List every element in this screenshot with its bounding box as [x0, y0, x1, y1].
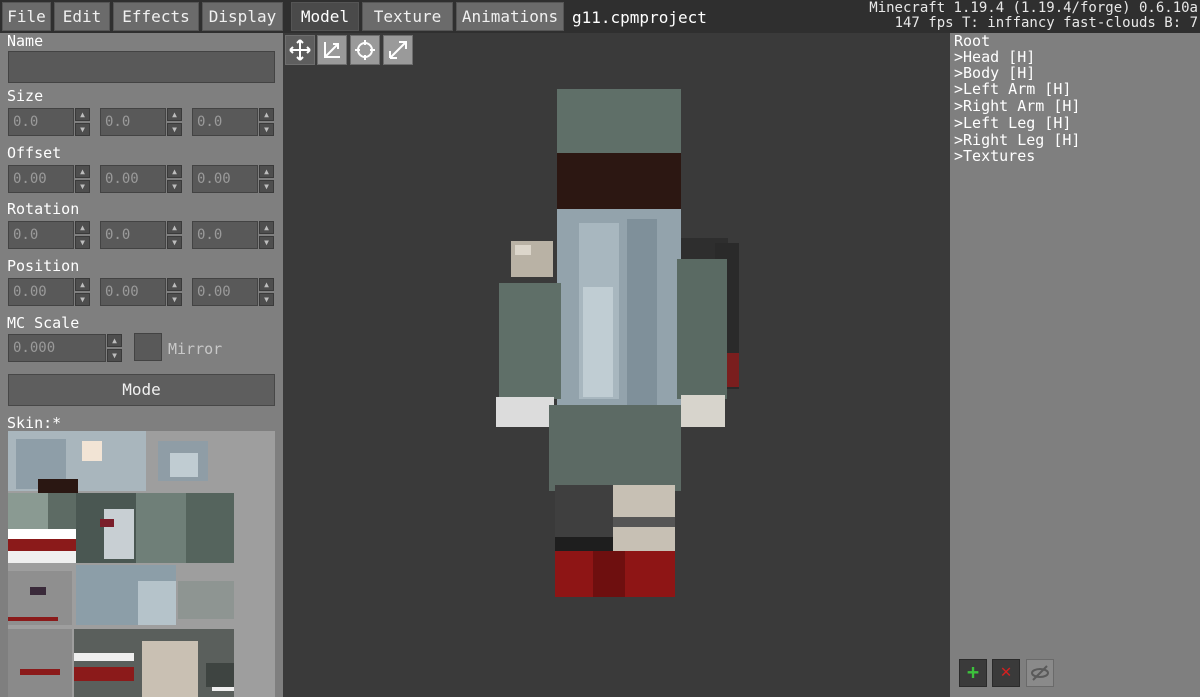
mirror-label: Mirror — [168, 340, 223, 358]
size-label: Size — [7, 87, 44, 105]
chevron-up-icon[interactable]: ▲ — [75, 221, 90, 234]
top-bar: File Edit Effects Display Model Texture … — [0, 0, 1200, 33]
chevron-down-icon[interactable]: ▼ — [75, 293, 90, 306]
tree-item-left-arm[interactable]: >Left Arm [H] — [954, 81, 1071, 97]
chevron-down-icon[interactable]: ▼ — [167, 236, 182, 249]
add-element-button[interactable]: + — [959, 659, 987, 687]
move-arrows-icon — [289, 39, 311, 61]
offset-label: Offset — [7, 144, 62, 162]
tree-item-label: Textures — [963, 147, 1036, 165]
model-tree-panel: Root >Head [H] >Body [H] >Left Arm [H] >… — [950, 33, 1200, 697]
menu-effects[interactable]: Effects — [113, 2, 199, 31]
tab-model[interactable]: Model — [291, 2, 359, 31]
chevron-up-icon[interactable]: ▲ — [167, 278, 182, 291]
rotate-icon — [355, 40, 375, 60]
move-tool-button[interactable] — [285, 35, 315, 65]
chevron-up-icon[interactable]: ▲ — [75, 108, 90, 121]
tree-item-label: Right Arm [H] — [963, 97, 1081, 115]
chevron-right-icon[interactable]: > — [954, 114, 963, 132]
scale-tool-button[interactable] — [317, 35, 347, 65]
tree-item-head[interactable]: >Head [H] — [954, 49, 1035, 65]
menu-edit[interactable]: Edit — [54, 2, 110, 31]
skin-texture-preview[interactable] — [8, 431, 275, 697]
chevron-down-icon[interactable]: ▼ — [259, 236, 274, 249]
position-label: Position — [7, 257, 80, 275]
chevron-down-icon[interactable]: ▼ — [167, 180, 182, 193]
chevron-right-icon[interactable]: > — [954, 147, 963, 165]
chevron-up-icon[interactable]: ▲ — [259, 165, 274, 178]
menu-display[interactable]: Display — [202, 2, 283, 31]
chevron-down-icon[interactable]: ▼ — [75, 236, 90, 249]
rotation-label: Rotation — [7, 200, 80, 218]
tab-texture[interactable]: Texture — [362, 2, 453, 31]
status-version: Minecraft 1.19.4 (1.19.4/forge) 0.6.10a — [869, 0, 1198, 16]
offset-y-input[interactable]: 0.00 — [100, 165, 166, 193]
tree-item-label: Left Leg [H] — [963, 114, 1072, 132]
position-x-input[interactable]: 0.00 — [8, 278, 74, 306]
status-info: Minecraft 1.19.4 (1.19.4/forge) 0.6.10a … — [869, 1, 1198, 31]
chevron-right-icon[interactable]: > — [954, 80, 963, 98]
chevron-down-icon[interactable]: ▼ — [259, 180, 274, 193]
tree-item-left-leg[interactable]: >Left Leg [H] — [954, 115, 1071, 131]
model-viewport[interactable] — [283, 33, 950, 697]
chevron-up-icon[interactable]: ▲ — [107, 334, 122, 347]
chevron-up-icon[interactable]: ▲ — [75, 278, 90, 291]
status-fps: 147 fps T: inffancy fast-clouds B: 7 — [894, 15, 1198, 31]
chevron-right-icon[interactable]: > — [954, 97, 963, 115]
chevron-up-icon[interactable]: ▲ — [167, 221, 182, 234]
chevron-down-icon[interactable]: ▼ — [75, 180, 90, 193]
mc-scale-input[interactable]: 0.000 — [8, 334, 106, 362]
skin-label: Skin:* — [7, 414, 62, 432]
chevron-down-icon[interactable]: ▼ — [75, 123, 90, 136]
offset-x-input[interactable]: 0.00 — [8, 165, 74, 193]
chevron-down-icon[interactable]: ▼ — [259, 123, 274, 136]
tree-item-label: Left Arm [H] — [963, 80, 1072, 98]
position-y-input[interactable]: 0.00 — [100, 278, 166, 306]
rotate-tool-button[interactable] — [350, 35, 380, 65]
size-x-input[interactable]: 0.0 — [8, 108, 74, 136]
scale-icon — [324, 42, 340, 58]
chevron-up-icon[interactable]: ▲ — [167, 108, 182, 121]
properties-panel: Name Size 0.0 ▲ ▼ 0.0 ▲ ▼ 0.0 ▲ ▼ Offset 0.… — [0, 33, 283, 697]
chevron-up-icon[interactable]: ▲ — [259, 278, 274, 291]
rotation-x-input[interactable]: 0.0 — [8, 221, 74, 249]
name-label: Name — [7, 32, 44, 50]
position-z-input[interactable]: 0.00 — [192, 278, 258, 306]
chevron-up-icon[interactable]: ▲ — [75, 165, 90, 178]
tree-item-right-leg[interactable]: >Right Leg [H] — [954, 132, 1080, 148]
hide-element-button[interactable] — [1026, 659, 1054, 687]
resize-tool-button[interactable] — [383, 35, 413, 65]
name-input[interactable] — [8, 51, 275, 83]
chevron-down-icon[interactable]: ▼ — [259, 293, 274, 306]
menu-file[interactable]: File — [2, 2, 51, 31]
delete-element-button[interactable]: ✕ — [992, 659, 1020, 687]
chevron-down-icon[interactable]: ▼ — [167, 123, 182, 136]
tree-item-right-arm[interactable]: >Right Arm [H] — [954, 98, 1080, 114]
chevron-up-icon[interactable]: ▲ — [259, 108, 274, 121]
size-z-input[interactable]: 0.0 — [192, 108, 258, 136]
mode-button[interactable]: Mode — [8, 374, 275, 406]
rotation-y-input[interactable]: 0.0 — [100, 221, 166, 249]
offset-z-input[interactable]: 0.00 — [192, 165, 258, 193]
tree-item-textures[interactable]: >Textures — [954, 148, 1035, 164]
chevron-down-icon[interactable]: ▼ — [107, 349, 122, 362]
mc-scale-label: MC Scale — [7, 314, 80, 332]
mirror-checkbox[interactable] — [134, 333, 162, 361]
tree-root[interactable]: Root — [954, 33, 990, 49]
chevron-up-icon[interactable]: ▲ — [259, 221, 274, 234]
tree-item-body[interactable]: >Body [H] — [954, 65, 1035, 81]
rotation-z-input[interactable]: 0.0 — [192, 221, 258, 249]
chevron-down-icon[interactable]: ▼ — [167, 293, 182, 306]
eye-slash-icon — [1031, 665, 1049, 681]
chevron-up-icon[interactable]: ▲ — [167, 165, 182, 178]
project-title: g11.cpmproject — [572, 8, 707, 27]
size-y-input[interactable]: 0.0 — [100, 108, 166, 136]
tab-animations[interactable]: Animations — [456, 2, 564, 31]
resize-diagonal-icon — [389, 41, 407, 59]
